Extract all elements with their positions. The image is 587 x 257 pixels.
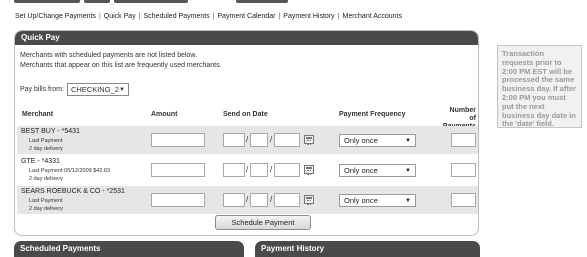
date-separator: /: [270, 135, 273, 144]
quick-pay-panel: Quick Pay Merchants with scheduled payme…: [14, 30, 479, 236]
last-payment: Last Payment: [29, 198, 63, 204]
date-day-input[interactable]: [250, 193, 268, 207]
date-day-input[interactable]: [250, 133, 268, 147]
merchant-name: GTE - *4331: [21, 158, 60, 165]
merchant-row: GTE - *4331 Last Payment 05/12/2009 $42.…: [17, 156, 478, 184]
payment-frequency-select[interactable]: Only once ▼: [339, 134, 416, 147]
last-payment: Last Payment 05/12/2009 $42.83: [29, 168, 111, 174]
date-separator: /: [246, 195, 249, 204]
chevron-down-icon: ▼: [119, 86, 125, 93]
column-header-merchant: Merchant: [22, 111, 54, 118]
calendar-icon[interactable]: [304, 135, 314, 145]
merchant-row: SEARS ROEBUCK & CO - *2531 Last Payment …: [17, 186, 478, 214]
top-tab[interactable]: [84, 0, 110, 3]
scheduled-payments-header[interactable]: Scheduled Payments: [14, 241, 244, 257]
number-of-payments-input[interactable]: [451, 193, 476, 207]
date-month-input[interactable]: [223, 163, 245, 177]
column-header-send-on-date: Send on Date: [223, 111, 268, 118]
quick-pay-intro: Merchants with scheduled payments are no…: [20, 51, 222, 71]
date-separator: /: [246, 135, 249, 144]
merchant-row: BEST BUY - *5431 Last Payment 2 day deli…: [17, 126, 478, 154]
payment-history-header[interactable]: Payment History: [255, 241, 480, 257]
date-year-input[interactable]: [274, 133, 300, 147]
date-separator: /: [270, 195, 273, 204]
column-header-line: Number of: [449, 107, 476, 122]
top-tab[interactable]: [114, 0, 188, 3]
payment-frequency-select[interactable]: Only once ▼: [339, 194, 416, 207]
date-month-input[interactable]: [223, 193, 245, 207]
intro-line: Merchants that appear on this list are f…: [20, 62, 222, 69]
date-year-input[interactable]: [274, 193, 300, 207]
pay-bills-account-select[interactable]: CHECKING_2 ▼: [66, 83, 129, 96]
payment-frequency-value: Only once: [344, 136, 378, 145]
subnav-payment-history[interactable]: Payment History: [283, 13, 334, 20]
subnav-separator: |: [212, 13, 215, 20]
date-month-input[interactable]: [223, 133, 245, 147]
payment-frequency-value: Only once: [344, 196, 378, 205]
top-tab[interactable]: [14, 0, 80, 3]
transaction-cutoff-note: Transaction requests prior to 2:00 PM ES…: [497, 45, 582, 128]
delivery-time: 2 day delivery: [29, 206, 63, 212]
delivery-time: 2 day delivery: [29, 176, 63, 182]
top-tab-strip: [0, 0, 587, 3]
subnav-separator: |: [278, 13, 281, 20]
pay-bills-label: Pay bills from:: [20, 86, 64, 93]
payment-frequency-select[interactable]: Only once ▼: [339, 164, 416, 177]
subnav-separator: |: [337, 13, 340, 20]
merchant-name: SEARS ROEBUCK & CO - *2531: [21, 188, 125, 195]
subnav-scheduled-payments[interactable]: Scheduled Payments: [144, 13, 210, 20]
subnav-quick-pay[interactable]: Quick Pay: [104, 13, 136, 20]
pay-bills-account-value: CHECKING_2: [70, 85, 119, 94]
subnav-setup-change-payments[interactable]: Set Up/Change Payments: [15, 13, 96, 20]
number-of-payments-input[interactable]: [451, 163, 476, 177]
subnav-separator: |: [138, 13, 141, 20]
top-tab[interactable]: [236, 0, 288, 3]
amount-input[interactable]: [151, 133, 205, 147]
date-separator: /: [246, 165, 249, 174]
date-year-input[interactable]: [274, 163, 300, 177]
column-header-payment-frequency: Payment Frequency: [339, 111, 406, 118]
column-header-amount: Amount: [151, 111, 178, 118]
payment-frequency-value: Only once: [344, 166, 378, 175]
merchant-name: BEST BUY - *5431: [21, 128, 80, 135]
subnav-separator: |: [98, 13, 101, 20]
number-of-payments-input[interactable]: [451, 133, 476, 147]
subnav-merchant-accounts[interactable]: Merchant Accounts: [342, 13, 402, 20]
quick-pay-title: Quick Pay: [15, 31, 478, 45]
chevron-down-icon: ▼: [405, 197, 411, 204]
chevron-down-icon: ▼: [405, 137, 411, 144]
amount-input[interactable]: [151, 163, 205, 177]
subnav-payment-calendar[interactable]: Payment Calendar: [217, 13, 275, 20]
schedule-payment-button[interactable]: Schedule Payment: [215, 215, 311, 230]
intro-line: Merchants with scheduled payments are no…: [20, 52, 198, 59]
chevron-down-icon: ▼: [405, 167, 411, 174]
last-payment: Last Payment: [29, 138, 63, 144]
date-separator: /: [270, 165, 273, 174]
date-day-input[interactable]: [250, 163, 268, 177]
calendar-icon[interactable]: [304, 195, 314, 205]
sub-navigation: Set Up/Change Payments | Quick Pay | Schedul…: [15, 13, 402, 20]
amount-input[interactable]: [151, 193, 205, 207]
pay-bills-from: Pay bills from: CHECKING_2 ▼: [20, 83, 129, 96]
calendar-icon[interactable]: [304, 165, 314, 175]
delivery-time: 2 day delivery: [29, 146, 63, 152]
